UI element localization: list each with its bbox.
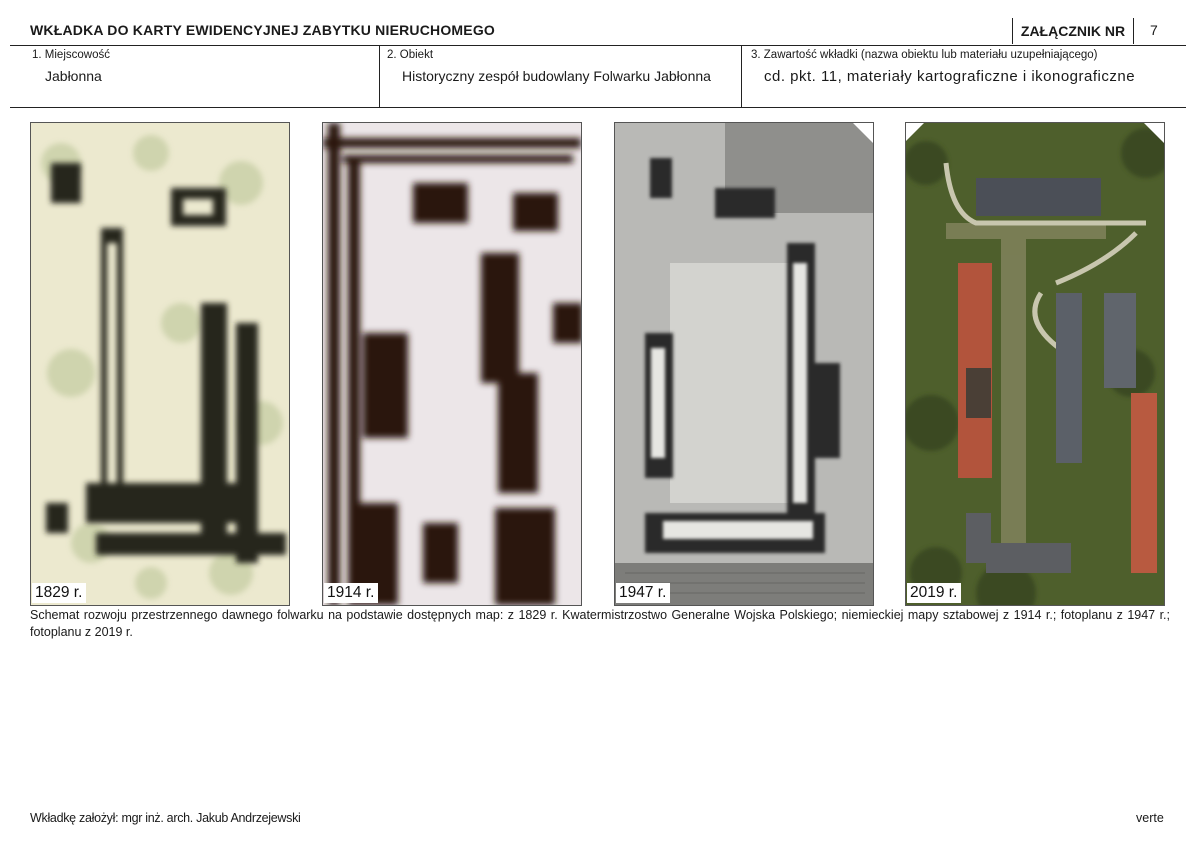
photo-aerial-1947: 1947 r. bbox=[614, 122, 874, 606]
figure-caption: Schemat rozwoju przestrzennego dawnego f… bbox=[30, 608, 1170, 639]
footer-verte: verte bbox=[1136, 811, 1164, 825]
field-contents-label: 3. Zawartość wkładki (nazwa obiektu lub … bbox=[751, 49, 1098, 61]
annex-number: 7 bbox=[1150, 22, 1158, 38]
field-divider-2 bbox=[741, 45, 742, 107]
photo-year-1914: 1914 r. bbox=[324, 583, 379, 603]
field-object-label: 2. Obiekt bbox=[387, 49, 434, 61]
photo-year-1947: 1947 r. bbox=[616, 583, 671, 603]
photo-map-1829: 1829 r. bbox=[30, 122, 290, 606]
photo-year-1829: 1829 r. bbox=[32, 583, 87, 603]
footer-author: Wkładkę założył: mgr inż. arch. Jakub An… bbox=[30, 811, 301, 825]
field-object-value: Historyczny zespół budowlany Folwarku Ja… bbox=[402, 68, 711, 84]
photo-aerial-2019: 2019 r. bbox=[905, 122, 1165, 606]
field-locality-value: Jabłonna bbox=[45, 68, 102, 84]
document-title: WKŁADKA DO KARTY EWIDENCYJNEJ ZABYTKU NI… bbox=[30, 22, 496, 38]
photo-year-2019: 2019 r. bbox=[907, 583, 962, 603]
field-locality-label: 1. Miejscowość bbox=[32, 49, 110, 61]
photo-map-1914: 1914 r. bbox=[322, 122, 582, 606]
annex-label: ZAŁĄCZNIK NR bbox=[1012, 18, 1134, 44]
document-page: WKŁADKA DO KARTY EWIDENCYJNEJ ZABYTKU NI… bbox=[0, 0, 1199, 849]
field-divider-1 bbox=[379, 45, 380, 107]
header-divider-bottom bbox=[10, 107, 1186, 108]
field-contents-value: cd. pkt. 11, materiały kartograficzne i … bbox=[764, 68, 1136, 85]
header-divider-top bbox=[10, 45, 1186, 46]
